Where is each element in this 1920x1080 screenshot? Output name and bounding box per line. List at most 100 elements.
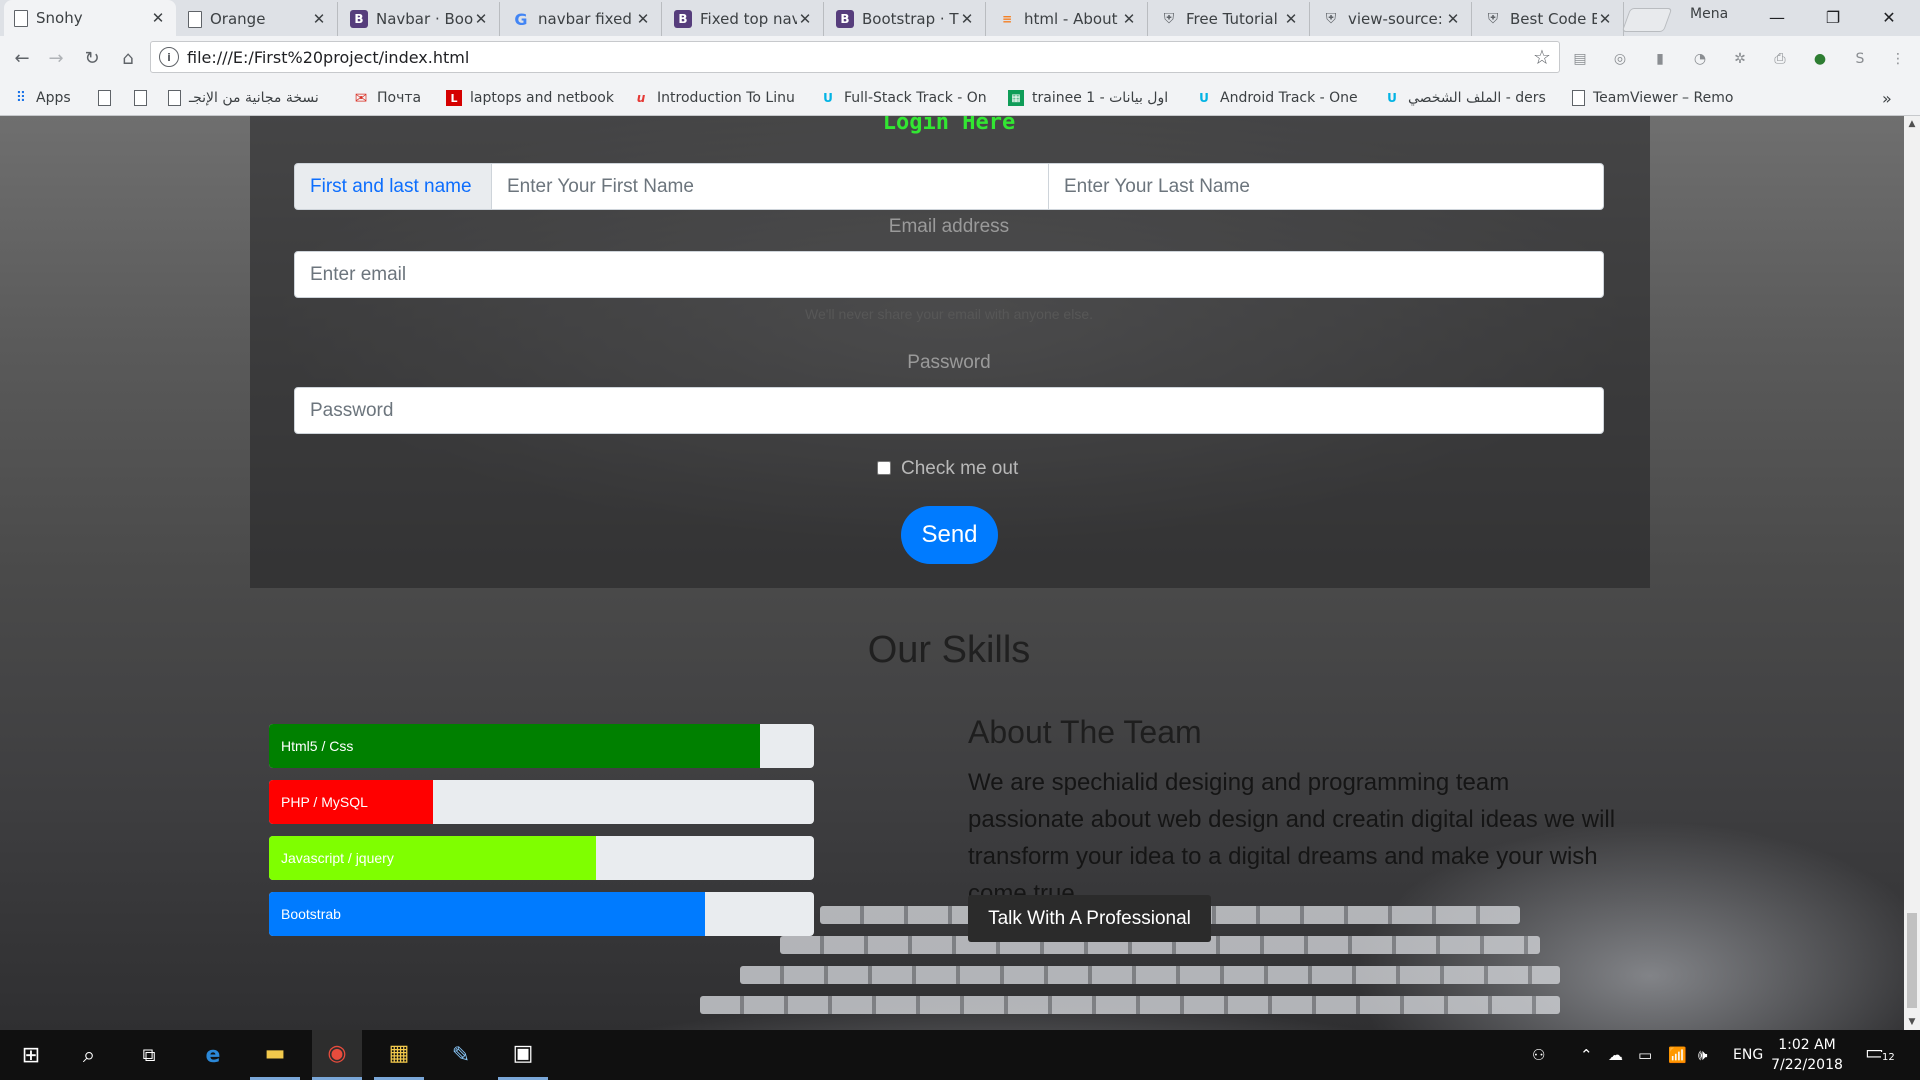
bookmark-untitled-1[interactable]: [98, 87, 119, 109]
paint-icon[interactable]: ✎: [436, 1030, 486, 1080]
scroll-up-icon[interactable]: ▲: [1904, 116, 1920, 132]
bookmark-apps[interactable]: ⠿ Apps: [12, 87, 71, 109]
scroll-down-icon[interactable]: ▼: [1904, 1014, 1920, 1030]
close-icon[interactable]: ✕: [797, 10, 813, 28]
reload-icon[interactable]: ↻: [80, 46, 104, 70]
s-extension-icon[interactable]: S: [1849, 48, 1871, 70]
tab-bootstrap[interactable]: B Bootstrap · T ✕: [826, 2, 986, 36]
file-explorer-icon[interactable]: ▬: [250, 1030, 300, 1080]
bookmark-label: Full-Stack Track - On: [844, 90, 987, 106]
password-label: Password: [907, 352, 991, 373]
restore-icon[interactable]: ❐: [1808, 0, 1858, 34]
bootstrap-icon: B: [836, 10, 854, 28]
forward-icon[interactable]: →: [44, 46, 68, 70]
scroll-thumb[interactable]: [1907, 913, 1917, 1008]
close-icon[interactable]: ✕: [473, 10, 489, 28]
bookmark-star-icon[interactable]: ☆: [1529, 45, 1555, 69]
photos-icon[interactable]: ▣: [498, 1030, 548, 1080]
tab-best-code-editor[interactable]: ⛨ Best Code Ed ✕: [1474, 2, 1624, 36]
onedrive-icon[interactable]: ☁: [1608, 1030, 1623, 1080]
url-text[interactable]: file:///E:/First%20project/index.html: [187, 48, 1529, 67]
tab-html-about[interactable]: ≡ html - About ✕: [988, 2, 1148, 36]
battery-icon[interactable]: ▭: [1638, 1030, 1652, 1080]
bookmark-label: Introduction To Linu: [657, 90, 795, 106]
speed-dial-icon[interactable]: ◔: [1689, 48, 1711, 70]
close-icon[interactable]: ✕: [1121, 10, 1137, 28]
close-icon[interactable]: ✕: [1597, 10, 1613, 28]
email-input[interactable]: Enter email: [294, 251, 1604, 298]
new-tab-button[interactable]: [1621, 8, 1673, 32]
tab-fixed-top-nav[interactable]: B Fixed top nav ✕: [664, 2, 824, 36]
document-icon: [14, 9, 28, 27]
skill-fill: PHP / MySQL: [269, 780, 433, 824]
send-button[interactable]: Send: [901, 506, 998, 564]
skill-fill: Html5 / Css: [269, 724, 760, 768]
password-input[interactable]: Password: [294, 387, 1604, 434]
udacity-icon: U: [1387, 91, 1397, 105]
bookmark-label: الملف الشخصي - ders: [1408, 90, 1546, 106]
bookmark-mail[interactable]: ✉ Почта: [353, 87, 421, 109]
notifications-icon[interactable]: ▭ 12: [1865, 1040, 1896, 1068]
tab-title: Fixed top nav: [700, 10, 797, 28]
network-icon[interactable]: 📶: [1668, 1030, 1687, 1080]
close-icon[interactable]: ✕: [150, 9, 166, 27]
print-extension-icon[interactable]: ⎙: [1769, 48, 1791, 70]
bookmark-android-track[interactable]: U Android Track - One: [1196, 87, 1368, 109]
pdf-extension-icon[interactable]: ▤: [1569, 48, 1591, 70]
menu-dots-icon[interactable]: ⋮: [1887, 48, 1909, 70]
home-icon[interactable]: ⌂: [116, 46, 140, 70]
remember-checkbox[interactable]: [877, 461, 891, 475]
tab-view-source[interactable]: ⛨ view-source: ✕: [1312, 2, 1472, 36]
tab-navbar-fixed[interactable]: G navbar fixed t ✕: [502, 2, 662, 36]
remember-label[interactable]: Check me out: [901, 458, 1018, 480]
close-icon[interactable]: ✕: [1445, 10, 1461, 28]
bookmarks-bar: ⠿ Apps نسخة مجانية من الإنجـ ✉ Почта L l…: [0, 80, 1920, 116]
bookmark-profile[interactable]: U الملف الشخصي - ders: [1384, 87, 1556, 109]
document-icon: [168, 90, 181, 106]
tab-orange[interactable]: Orange ✕: [178, 2, 338, 36]
last-name-input[interactable]: Enter Your Last Name: [1048, 163, 1604, 210]
chrome-icon[interactable]: ◉: [312, 1030, 362, 1080]
shield-icon: ⛨: [1487, 11, 1499, 27]
globe-extension-icon[interactable]: ●: [1809, 48, 1831, 70]
minimize-icon[interactable]: —: [1752, 0, 1802, 34]
info-icon[interactable]: i: [159, 47, 179, 67]
edge-icon[interactable]: e: [188, 1030, 238, 1080]
bookmark-untitled-2[interactable]: [134, 87, 155, 109]
bookmark-teamviewer[interactable]: TeamViewer – Remo: [1572, 87, 1744, 109]
volume-icon[interactable]: 🕪: [1698, 1030, 1707, 1080]
bookmark-trainee-sheet[interactable]: ▦ trainee 1 - اول بيانات: [1008, 87, 1178, 109]
profile-name[interactable]: Mena: [1690, 6, 1728, 22]
start-icon[interactable]: ⊞: [6, 1030, 56, 1080]
search-icon[interactable]: ⌕: [64, 1030, 114, 1080]
talk-professional-button[interactable]: Talk With A Professional: [968, 895, 1211, 942]
video-editor-icon[interactable]: ▦: [374, 1030, 424, 1080]
back-icon[interactable]: ←: [10, 46, 34, 70]
tab-snohy[interactable]: Snohy ✕: [4, 0, 176, 36]
language-indicator[interactable]: ENG: [1733, 1030, 1763, 1080]
tab-title: Free Tutorial: [1186, 10, 1278, 28]
extension-icon[interactable]: ◎: [1609, 48, 1631, 70]
bookmark-arabic-copy[interactable]: نسخة مجانية من الإنجـ: [168, 87, 340, 109]
close-icon[interactable]: ✕: [635, 10, 651, 28]
puzzle-extension-icon[interactable]: ✲: [1729, 48, 1751, 70]
task-view-icon[interactable]: ⧉: [124, 1030, 174, 1080]
window-close-icon[interactable]: ✕: [1864, 0, 1914, 34]
first-name-input[interactable]: Enter Your First Name: [491, 163, 1049, 210]
bookmark-laptops[interactable]: L laptops and netbook: [446, 87, 618, 109]
bookmark-fullstack-track[interactable]: U Full-Stack Track - On: [820, 87, 992, 109]
people-icon[interactable]: ⚇: [1532, 1030, 1545, 1080]
address-bar[interactable]: i file:///E:/First%20project/index.html …: [150, 41, 1560, 73]
bookmark-intro-linux[interactable]: u Introduction To Linu: [633, 87, 803, 109]
close-icon[interactable]: ✕: [311, 10, 327, 28]
tab-navbar-bootstrap[interactable]: B Navbar · Boo ✕: [340, 2, 500, 36]
close-icon[interactable]: ✕: [1283, 10, 1299, 28]
tab-free-tutorial[interactable]: ⛨ Free Tutorial ✕: [1150, 2, 1310, 36]
page-scrollbar[interactable]: ▲ ▼: [1904, 116, 1920, 1030]
show-hidden-icons-icon[interactable]: ⌃: [1580, 1030, 1593, 1080]
clock[interactable]: 1:02 AM 7/22/2018: [1765, 1035, 1849, 1075]
mail-icon: ✉: [354, 89, 368, 107]
close-icon[interactable]: ✕: [959, 10, 975, 28]
bookmarks-overflow-icon[interactable]: »: [1882, 87, 1892, 109]
bookmark-extension-icon[interactable]: ▮: [1649, 48, 1671, 70]
